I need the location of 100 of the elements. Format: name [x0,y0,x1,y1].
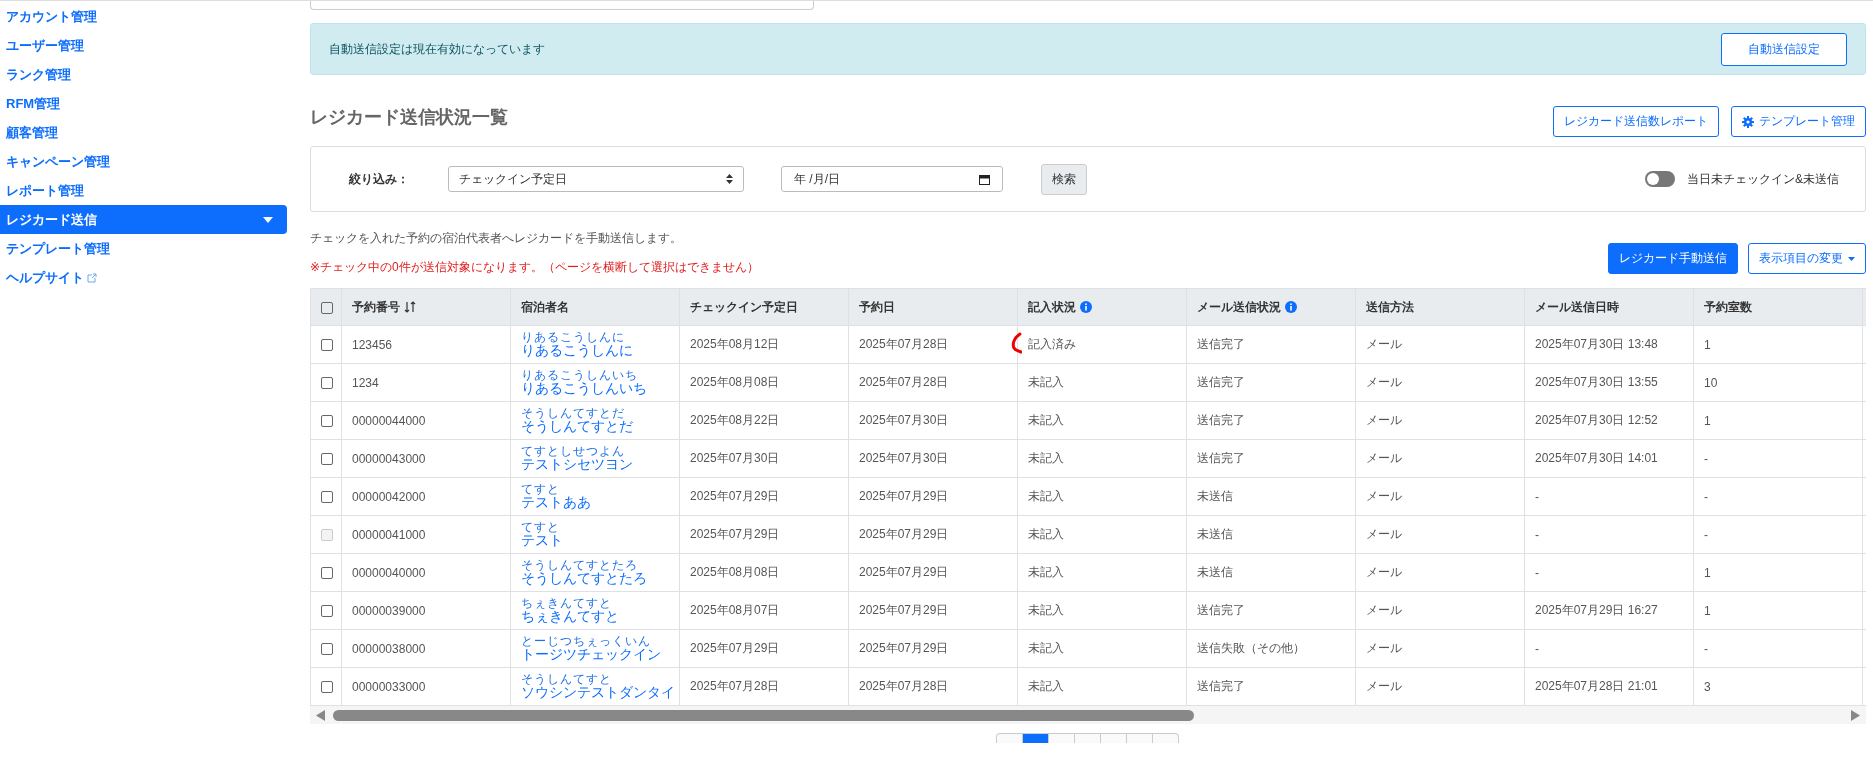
table-cell: 送信完了 [1197,679,1245,693]
filter-select[interactable]: チェックイン予定日 [448,166,744,192]
info-icon[interactable] [1080,301,1092,313]
header-button[interactable]: テンプレート管理 [1731,106,1866,137]
row-checkbox[interactable] [321,491,333,504]
table-cell: 2025年07月29日 [859,603,949,617]
guest-name-link[interactable]: ソウシンテストダンタイ [521,685,675,701]
table-cell: 2025年07月30日 13:55 [1535,375,1658,389]
guest-name-link[interactable]: トージツチェックイン [521,647,661,663]
sidebar-item[interactable]: ランク管理 [0,60,287,89]
search-button[interactable]: 検索 [1041,163,1087,195]
table-cell: 送信完了 [1197,375,1245,389]
caret-icon [1848,256,1855,261]
sidebar-item[interactable]: ユーザー管理 [0,31,287,60]
table-cell: 未送信 [1197,565,1233,579]
furigana-text: てすと [521,482,560,496]
table-cell: 00000043000 [352,451,426,466]
sidebar-item[interactable]: RFM管理 [0,89,287,118]
table-cell: メール [1366,489,1402,503]
sidebar-item[interactable]: ヘルプサイト [0,263,287,292]
table-cell: 未記入 [1028,679,1064,693]
sidebar-item[interactable]: レポート管理 [0,176,287,205]
table-cell: 2025年07月29日 [859,489,949,503]
warning-text: ※チェック中の0件が送信対象になります。（ページを横断して選択はできません） [310,259,759,276]
pen-mark [1010,332,1022,354]
table-cell: 1234 [352,375,379,390]
table-cell: メール [1366,641,1402,655]
toggle-label: 当日未チェックイン&未送信 [1687,170,1839,188]
guest-name-link[interactable]: そうしんてすとたろ [521,571,647,587]
sort-icon[interactable] [404,301,416,313]
table-cell: - [1704,489,1708,504]
toggle-switch[interactable] [1645,171,1675,187]
table-cell: メール [1366,527,1402,541]
row-checkbox[interactable] [321,567,333,580]
guest-name-link[interactable]: テストシセツヨン [521,457,633,473]
table-cell: 未記入 [1028,603,1064,617]
table-cell: 送信完了 [1197,413,1245,427]
select-all-checkbox[interactable] [321,301,333,314]
sidebar-item[interactable]: レジカード送信 [0,205,287,234]
table-cell: - [1535,641,1539,656]
table-cell: 1 [1704,603,1711,618]
table-cell: 送信完了 [1197,337,1245,351]
table-cell: 2025年08月12日 [690,337,780,351]
row-checkbox[interactable] [321,643,333,656]
furigana-text: そうしんてすとだ [521,406,625,420]
table-cell: 送信失敗（その他） [1197,641,1305,655]
scroll-left-icon[interactable] [316,709,325,721]
select-arrows-icon [726,174,733,184]
table-cell: 2025年08月22日 [690,413,780,427]
header-button[interactable]: レジカード送信数レポート [1553,106,1719,137]
table-cell: 2025年07月28日 [859,375,949,389]
row-checkbox[interactable] [321,377,333,390]
caret-icon [263,216,273,223]
auto-send-settings-button[interactable]: 自動送信設定 [1721,32,1847,66]
date-field[interactable]: 年 /月/日 [781,166,1003,192]
furigana-text: てすと [521,520,560,534]
manual-send-button[interactable]: レジカード手動送信 [1608,243,1738,274]
horizontal-scrollbar[interactable] [310,706,1866,724]
table-cell: 00000039000 [352,603,426,618]
table-cell: メール [1366,375,1402,389]
table-cell: 送信完了 [1197,451,1245,465]
input-field[interactable] [310,1,814,10]
sidebar-item[interactable]: アカウント管理 [0,2,287,31]
filter-label: 絞り込み： [349,170,410,188]
column-header: メール送信日時 [1524,288,1694,326]
guest-name-link[interactable]: ちぇきんてすと [521,609,619,625]
sidebar-item[interactable]: 顧客管理 [0,118,287,147]
table-cell: 未記入 [1028,413,1064,427]
column-settings-dropdown[interactable]: 表示項目の変更 [1748,243,1866,274]
scrollbar-thumb[interactable] [333,709,1194,721]
table-cell: 2025年07月28日 [859,679,949,693]
row-checkbox[interactable] [321,605,333,618]
table-cell: 00000042000 [352,489,426,504]
scroll-right-icon[interactable] [1851,709,1860,721]
row-checkbox[interactable] [321,339,333,352]
table-cell: 2025年07月29日 16:27 [1535,603,1658,617]
table-cell: 123456 [352,337,393,352]
table-cell: 2025年07月30日 [859,451,949,465]
info-icon[interactable] [1285,301,1297,313]
table-cell: 未送信 [1197,489,1233,503]
row-checkbox[interactable] [321,453,333,466]
table-cell: 2025年07月28日 [690,679,780,693]
row-checkbox[interactable] [321,415,333,428]
table-cell: 2025年08月08日 [690,565,780,579]
furigana-text: そうしんてすと [521,672,612,686]
guest-name-link[interactable]: りあるこうしんに [521,343,633,359]
table-cell: 1 [1704,413,1711,428]
table-cell: 未記入 [1028,489,1064,503]
table-cell: - [1704,527,1708,542]
table-cell: 2025年07月29日 [859,565,949,579]
column-header: メール送信状況 [1186,288,1356,326]
guest-name-link[interactable]: そうしんてすとだ [521,419,633,435]
row-checkbox[interactable] [321,681,333,694]
sidebar-item[interactable]: テンプレート管理 [0,234,287,263]
table-cell: 送信完了 [1197,603,1245,617]
sidebar-item[interactable]: キャンペーン管理 [0,147,287,176]
guest-name-link[interactable]: テストああ [521,495,591,511]
page-button[interactable] [1022,733,1049,743]
table-cell: - [1535,489,1539,504]
guest-name-link[interactable]: りあるこうしんいち [521,381,647,397]
